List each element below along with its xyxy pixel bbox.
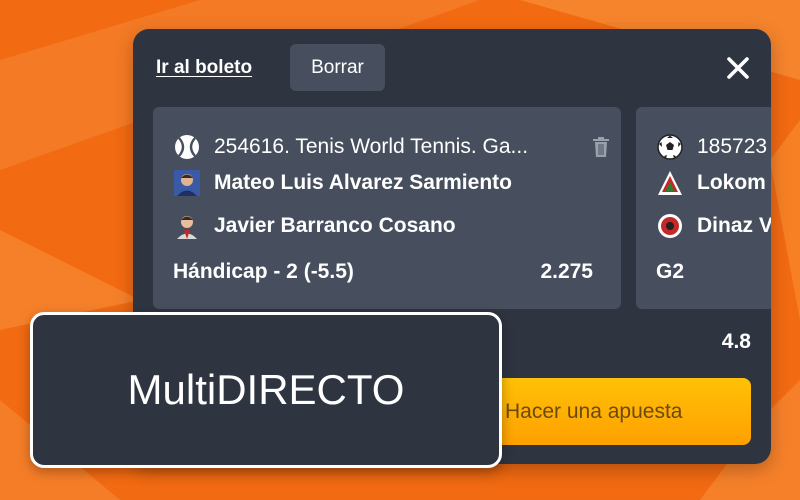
event-row: 254616. Tenis World Tennis. Ga... xyxy=(173,133,528,161)
team-row: Lokom xyxy=(656,169,766,197)
team-1-name: Mateo Luis Alvarez Sarmiento xyxy=(214,171,512,194)
event-row: 185723 xyxy=(656,133,767,161)
place-bet-button[interactable]: Hacer una apuesta xyxy=(473,378,751,445)
team-row: Javier Barranco Cosano xyxy=(173,212,456,240)
team-row: Mateo Luis Alvarez Sarmiento xyxy=(173,169,512,197)
team-logo-icon xyxy=(656,212,684,240)
tennis-ball-icon xyxy=(173,133,201,161)
bet-card: 254616. Tenis World Tennis. Ga... Mateo … xyxy=(153,107,621,309)
odds-value: 2.275 xyxy=(540,260,593,283)
overlay-label: MultiDIRECTO xyxy=(127,366,405,413)
team-logo-icon xyxy=(656,169,684,197)
player-avatar-icon xyxy=(173,212,201,240)
total-odds: 4.8 xyxy=(721,330,751,353)
event-title: 185723 xyxy=(697,135,768,158)
team-2-name: Javier Barranco Cosano xyxy=(214,214,456,237)
team-row: Dinaz V xyxy=(656,212,771,240)
market-label: Hándicap - 2 (-5.5) xyxy=(173,260,354,283)
player-avatar-icon xyxy=(173,169,201,197)
market-label: G2 xyxy=(656,260,685,283)
bet-card: 185723 Lokom Dinaz V G2 xyxy=(636,107,771,309)
clear-button[interactable]: Borrar xyxy=(290,44,385,91)
team-2-name: Dinaz V xyxy=(697,214,771,237)
close-icon[interactable] xyxy=(723,53,753,83)
trash-icon[interactable] xyxy=(591,136,611,158)
team-1-name: Lokom xyxy=(697,171,766,194)
soccer-ball-icon xyxy=(656,133,684,161)
event-title: 254616. Tenis World Tennis. Ga... xyxy=(214,135,529,158)
overlay-label-box: MultiDIRECTO xyxy=(30,312,502,468)
go-to-ticket-link[interactable]: Ir al boleto xyxy=(156,57,252,79)
